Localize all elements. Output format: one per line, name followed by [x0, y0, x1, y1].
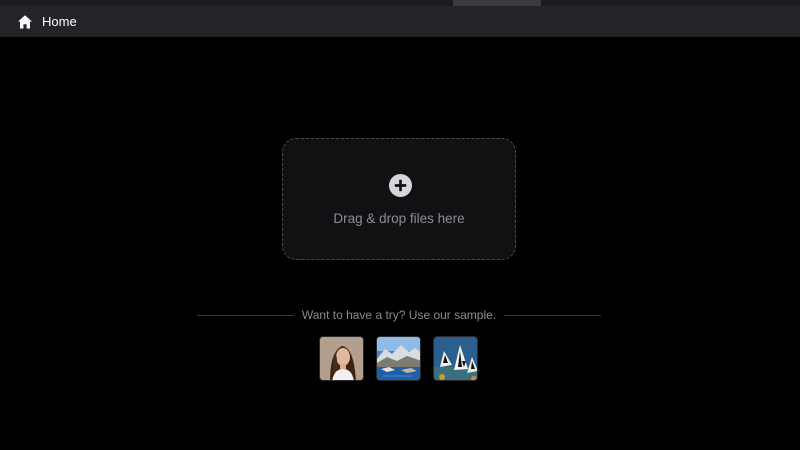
sample-fish[interactable] — [433, 336, 478, 381]
plus-circle-icon — [389, 174, 412, 197]
home-link[interactable]: Home — [0, 6, 77, 37]
sample-coast[interactable] — [376, 336, 421, 381]
home-label: Home — [42, 14, 77, 29]
home-icon — [18, 14, 32, 28]
divider-line-left — [197, 314, 294, 316]
divider-line-right — [504, 314, 601, 316]
coast-landscape-thumbnail — [377, 337, 420, 380]
navbar: Home — [0, 6, 800, 37]
file-dropzone[interactable]: Drag & drop files here — [282, 138, 516, 260]
sample-portrait[interactable] — [319, 336, 364, 381]
portrait-thumbnail — [320, 337, 363, 380]
sample-images — [319, 336, 478, 381]
dropzone-text: Drag & drop files here — [333, 211, 465, 226]
fish-thumbnail — [434, 337, 477, 380]
sample-hint-text: Want to have a try? Use our sample. — [301, 308, 497, 322]
sample-divider: Want to have a try? Use our sample. — [197, 306, 601, 324]
